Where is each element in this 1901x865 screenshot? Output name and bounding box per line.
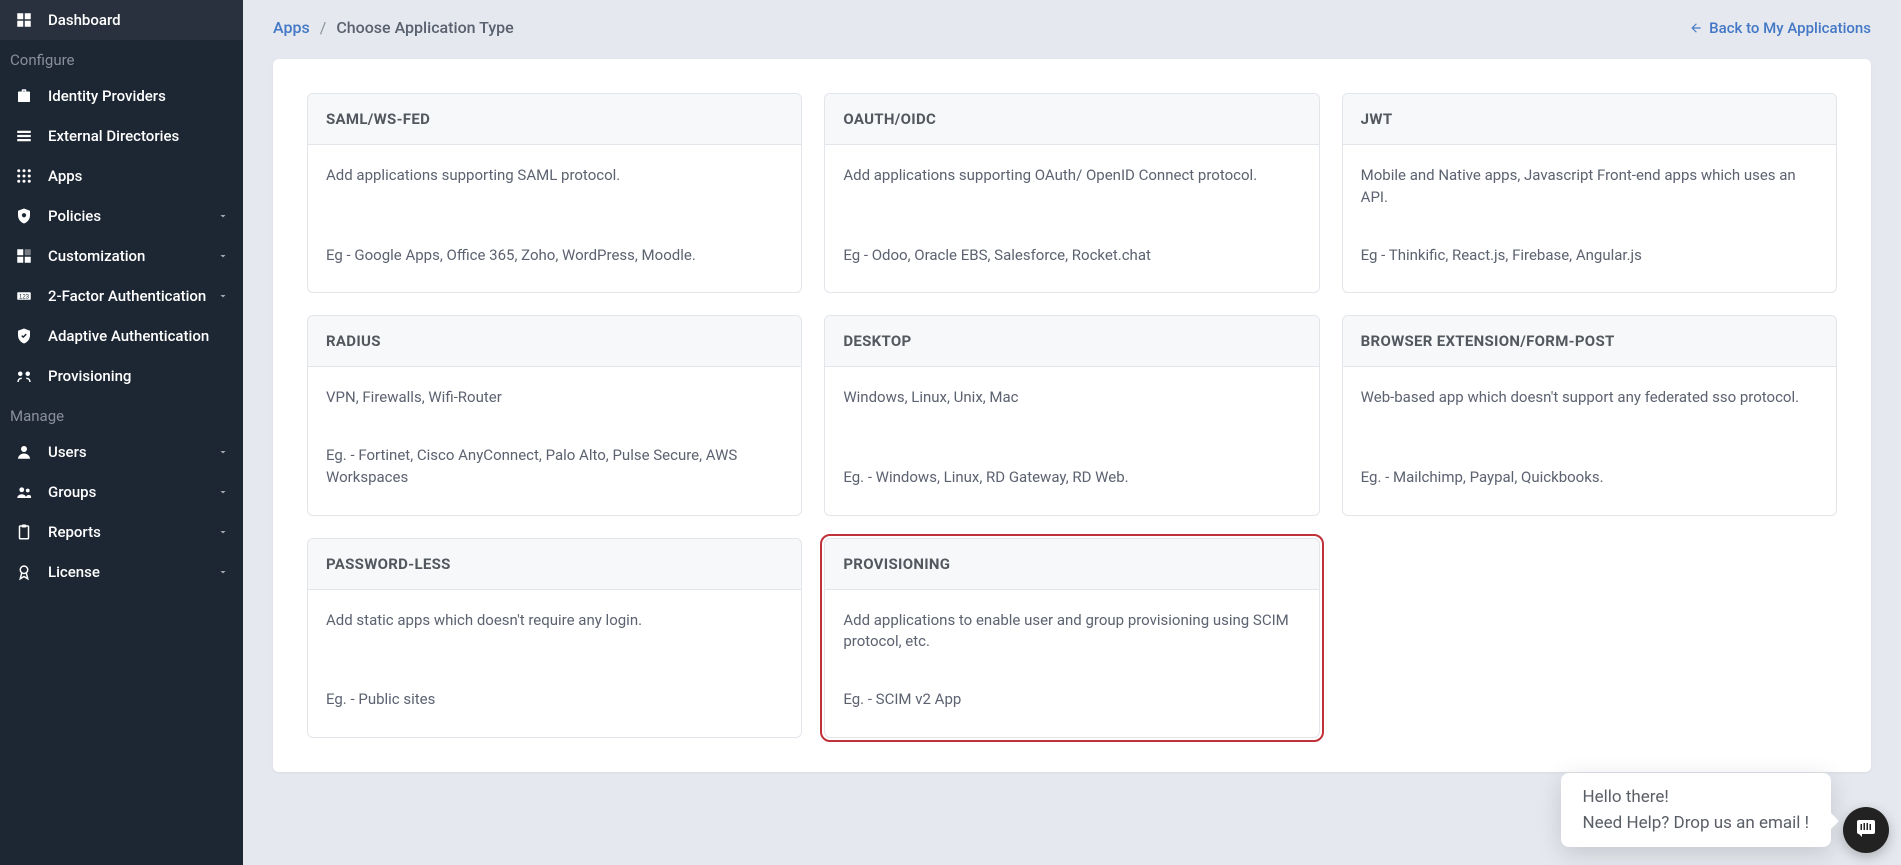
- app-card-provisioning[interactable]: PROVISIONING Add applications to enable …: [824, 538, 1319, 738]
- chevron-down-icon: [217, 207, 229, 226]
- app-card-browser-ext[interactable]: BROWSER EXTENSION/FORM-POST Web-based ap…: [1342, 315, 1837, 515]
- sidebar-item-label: Apps: [48, 167, 229, 185]
- chevron-down-icon: [217, 247, 229, 266]
- card-example: Eg. - Fortinet, Cisco AnyConnect, Palo A…: [326, 445, 783, 489]
- chat-line-2: Need Help? Drop us an email !: [1583, 813, 1810, 833]
- card-example: Eg - Google Apps, Office 365, Zoho, Word…: [326, 245, 783, 267]
- shield-gear-icon: [14, 206, 34, 226]
- customization-icon: [14, 246, 34, 266]
- sidebar-item-license[interactable]: License: [0, 552, 243, 592]
- breadcrumb-row: Apps / Choose Application Type Back to M…: [273, 0, 1871, 59]
- chevron-down-icon: [217, 483, 229, 502]
- sidebar-item-provisioning[interactable]: Provisioning: [0, 356, 243, 396]
- card-example: Eg. - Windows, Linux, RD Gateway, RD Web…: [843, 467, 1300, 489]
- chevron-down-icon: [217, 287, 229, 306]
- sidebar-item-users[interactable]: Users: [0, 432, 243, 472]
- card-title: BROWSER EXTENSION/FORM-POST: [1361, 332, 1818, 350]
- sidebar-section-configure: Configure: [0, 40, 243, 76]
- sidebar-item-2fa[interactable]: 123 2-Factor Authentication: [0, 276, 243, 316]
- card-title: RADIUS: [326, 332, 783, 350]
- sidebar-item-customization[interactable]: Customization: [0, 236, 243, 276]
- sidebar-item-label: Customization: [48, 247, 217, 265]
- app-type-panel: SAML/WS-FED Add applications supporting …: [273, 59, 1871, 772]
- card-desc: Add static apps which doesn't require an…: [326, 610, 783, 632]
- svg-text:123: 123: [19, 294, 30, 300]
- sidebar-item-dashboard[interactable]: Dashboard: [0, 0, 243, 40]
- card-desc: VPN, Firewalls, Wifi-Router: [326, 387, 783, 409]
- breadcrumb-separator: /: [320, 18, 327, 37]
- app-card-desktop[interactable]: DESKTOP Windows, Linux, Unix, Mac Eg. - …: [824, 315, 1319, 515]
- card-title: OAUTH/OIDC: [843, 110, 1300, 128]
- sidebar-item-label: Groups: [48, 483, 217, 501]
- badge-icon: [14, 562, 34, 582]
- sync-users-icon: [14, 366, 34, 386]
- dashboard-icon: [14, 10, 34, 30]
- sidebar-item-label: Users: [48, 443, 217, 461]
- chat-line-1: Hello there!: [1583, 787, 1810, 807]
- sidebar-item-apps[interactable]: Apps: [0, 156, 243, 196]
- breadcrumb-current: Choose Application Type: [336, 18, 513, 37]
- app-card-radius[interactable]: RADIUS VPN, Firewalls, Wifi-Router Eg. -…: [307, 315, 802, 515]
- chat-launcher[interactable]: [1843, 807, 1889, 853]
- chat-popup[interactable]: Hello there! Need Help? Drop us an email…: [1561, 773, 1832, 847]
- sidebar: Dashboard Configure Identity Providers E…: [0, 0, 243, 865]
- sidebar-item-groups[interactable]: Groups: [0, 472, 243, 512]
- briefcase-icon: [14, 86, 34, 106]
- card-desc: Add applications to enable user and grou…: [843, 610, 1300, 654]
- card-example: Eg. - SCIM v2 App: [843, 689, 1300, 711]
- sidebar-section-manage: Manage: [0, 396, 243, 432]
- card-example: Eg - Thinkific, React.js, Firebase, Angu…: [1361, 245, 1818, 267]
- card-desc: Windows, Linux, Unix, Mac: [843, 387, 1300, 409]
- shield-check-icon: [14, 326, 34, 346]
- app-card-oauth[interactable]: OAUTH/OIDC Add applications supporting O…: [824, 93, 1319, 293]
- apps-icon: [14, 166, 34, 186]
- card-title: PROVISIONING: [843, 555, 1300, 573]
- sidebar-item-label: External Directories: [48, 127, 229, 145]
- clipboard-icon: [14, 522, 34, 542]
- card-desc: Mobile and Native apps, Javascript Front…: [1361, 165, 1818, 209]
- chevron-down-icon: [217, 563, 229, 582]
- card-desc: Add applications supporting SAML protoco…: [326, 165, 783, 187]
- sidebar-item-label: Dashboard: [48, 11, 229, 29]
- sidebar-item-label: Identity Providers: [48, 87, 229, 105]
- card-title: DESKTOP: [843, 332, 1300, 350]
- card-title: JWT: [1361, 110, 1818, 128]
- app-card-jwt[interactable]: JWT Mobile and Native apps, Javascript F…: [1342, 93, 1837, 293]
- card-example: Eg. - Public sites: [326, 689, 783, 711]
- card-desc: Web-based app which doesn't support any …: [1361, 387, 1818, 409]
- sidebar-item-label: Policies: [48, 207, 217, 225]
- main-area: Apps / Choose Application Type Back to M…: [243, 0, 1901, 812]
- sidebar-item-label: Reports: [48, 523, 217, 541]
- card-title: SAML/WS-FED: [326, 110, 783, 128]
- arrow-left-icon: [1689, 21, 1703, 35]
- card-example: Eg. - Mailchimp, Paypal, Quickbooks.: [1361, 467, 1818, 489]
- chevron-down-icon: [217, 443, 229, 462]
- card-desc: Add applications supporting OAuth/ OpenI…: [843, 165, 1300, 187]
- card-title: PASSWORD-LESS: [326, 555, 783, 573]
- group-icon: [14, 482, 34, 502]
- back-to-applications-link[interactable]: Back to My Applications: [1689, 19, 1871, 37]
- sidebar-item-identity-providers[interactable]: Identity Providers: [0, 76, 243, 116]
- list-icon: [14, 126, 34, 146]
- user-icon: [14, 442, 34, 462]
- app-card-saml[interactable]: SAML/WS-FED Add applications supporting …: [307, 93, 802, 293]
- sidebar-item-policies[interactable]: Policies: [0, 196, 243, 236]
- sidebar-item-reports[interactable]: Reports: [0, 512, 243, 552]
- sidebar-item-label: Adaptive Authentication: [48, 327, 229, 345]
- sidebar-item-label: License: [48, 563, 217, 581]
- sidebar-item-external-directories[interactable]: External Directories: [0, 116, 243, 156]
- breadcrumb-root-link[interactable]: Apps: [273, 18, 310, 37]
- breadcrumb: Apps / Choose Application Type: [273, 18, 514, 37]
- app-card-passwordless[interactable]: PASSWORD-LESS Add static apps which does…: [307, 538, 802, 738]
- back-link-label: Back to My Applications: [1709, 19, 1871, 37]
- app-type-grid: SAML/WS-FED Add applications supporting …: [307, 93, 1837, 738]
- card-example: Eg - Odoo, Oracle EBS, Salesforce, Rocke…: [843, 245, 1300, 267]
- digits-icon: 123: [14, 286, 34, 306]
- sidebar-item-label: Provisioning: [48, 367, 229, 385]
- chevron-down-icon: [217, 523, 229, 542]
- sidebar-item-adaptive-auth[interactable]: Adaptive Authentication: [0, 316, 243, 356]
- intercom-icon: [1854, 816, 1878, 844]
- sidebar-item-label: 2-Factor Authentication: [48, 287, 217, 305]
